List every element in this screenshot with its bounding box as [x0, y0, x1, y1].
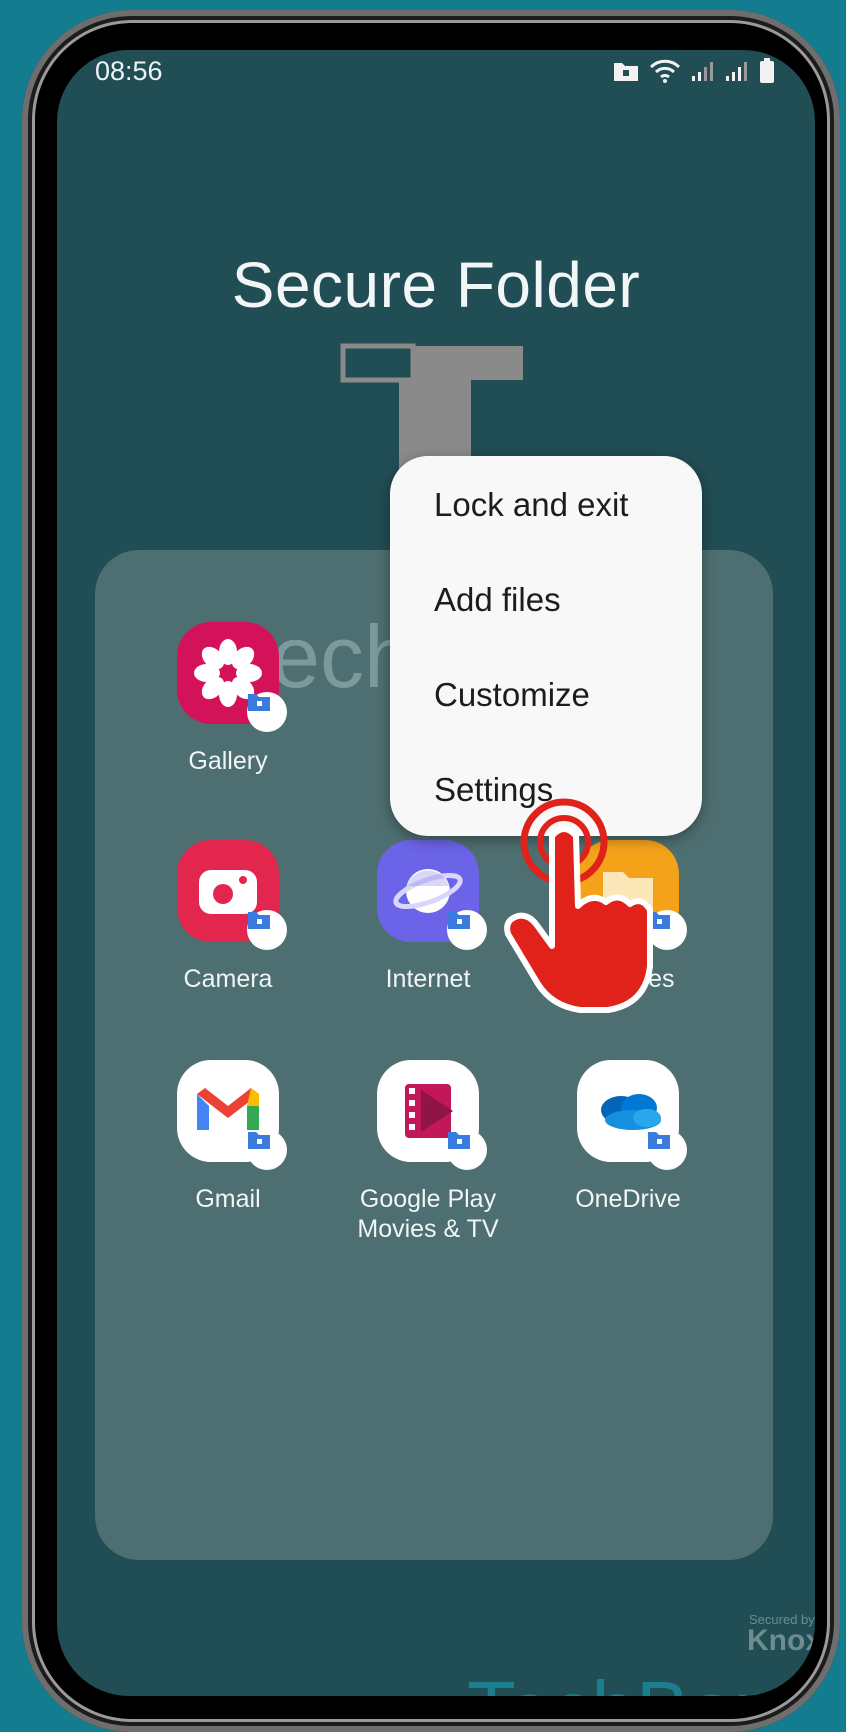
status-icons	[613, 58, 775, 84]
secure-folder-badge-icon	[247, 1130, 287, 1170]
page-title: Secure Folder	[231, 249, 641, 321]
onedrive-icon	[577, 1060, 687, 1170]
context-menu: Lock and exit Add files Customize Settin…	[390, 456, 702, 836]
status-time: 08:56	[95, 56, 163, 86]
menu-item-customize[interactable]: Customize	[434, 676, 590, 714]
gmail-icon	[177, 1060, 287, 1170]
techbone-watermark: TechBone	[467, 1664, 815, 1696]
app-gallery[interactable]: Gallery	[128, 622, 328, 776]
app-onedrive[interactable]: OneDrive	[528, 1060, 728, 1214]
knox-logo-text: Knox	[747, 1624, 815, 1657]
signal-icon-2	[726, 62, 747, 81]
secure-folder-status-icon	[614, 63, 638, 81]
menu-item-add-files[interactable]: Add files	[434, 581, 561, 619]
app-label: Camera	[183, 965, 273, 993]
app-play-movies[interactable]: Google Play Movies & TV	[328, 1060, 528, 1244]
secure-folder-badge-icon	[447, 910, 487, 950]
play-movies-icon	[377, 1060, 487, 1170]
camera-icon	[177, 840, 287, 950]
app-label: Internet	[385, 965, 471, 993]
gallery-icon	[177, 622, 287, 732]
app-label: Gmail	[195, 1185, 261, 1213]
secure-folder-badge-icon	[247, 692, 287, 732]
secure-folder-badge-icon	[247, 910, 287, 950]
secure-folder-badge-icon	[647, 1130, 687, 1170]
signal-icon	[692, 62, 713, 81]
app-label: OneDrive	[575, 1185, 681, 1213]
app-label: Gallery	[188, 747, 268, 775]
internet-icon	[377, 840, 487, 950]
app-internet[interactable]: Internet	[328, 840, 528, 994]
app-gmail[interactable]: Gmail	[128, 1060, 328, 1214]
status-bar: 08:56	[57, 50, 815, 110]
battery-icon	[760, 58, 774, 83]
app-camera[interactable]: Camera	[128, 840, 328, 994]
wifi-icon	[649, 59, 681, 83]
secure-folder-badge-icon	[447, 1130, 487, 1170]
app-label: Google Play Movies & TV	[357, 1185, 499, 1243]
screen: 08:56 Secure Folder ech Gallery Camera I…	[57, 50, 815, 1696]
menu-item-lock-and-exit[interactable]: Lock and exit	[434, 486, 628, 524]
tap-hand-icon	[504, 798, 653, 1013]
